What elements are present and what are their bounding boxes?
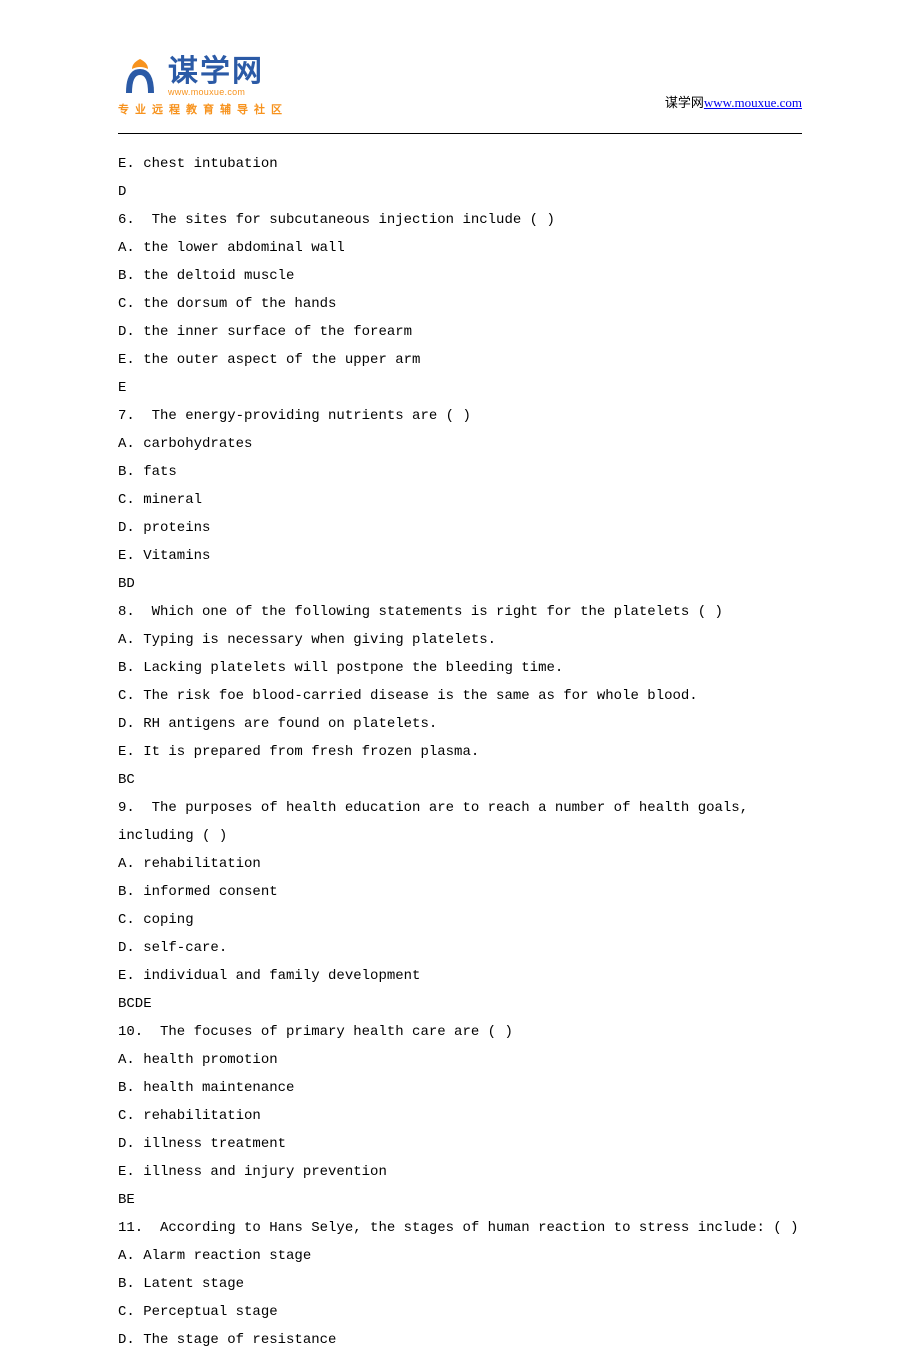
text-line: C. Perceptual stage (118, 1298, 802, 1326)
logo-title: 谋学网 (168, 57, 264, 87)
site-logo: 谋学网 www.mouxue.com 专业远程教育辅导社区 (118, 55, 288, 117)
text-line: B. Lacking platelets will postpone the b… (118, 654, 802, 682)
text-line: 7. The energy-providing nutrients are ( … (118, 402, 802, 430)
text-line: C. the dorsum of the hands (118, 290, 802, 318)
header-link-block: 谋学网www.mouxue.com (665, 92, 802, 117)
text-line: D. the inner surface of the forearm (118, 318, 802, 346)
text-line: B. informed consent (118, 878, 802, 906)
text-line: A. carbohydrates (118, 430, 802, 458)
text-line: D. RH antigens are found on platelets. (118, 710, 802, 738)
logo-main: 谋学网 www.mouxue.com (118, 55, 288, 99)
text-line: C. rehabilitation (118, 1102, 802, 1130)
text-line: 6. The sites for subcutaneous injection … (118, 206, 802, 234)
logo-url: www.mouxue.com (168, 87, 264, 97)
text-line: 10. The focuses of primary health care a… (118, 1018, 802, 1046)
text-line: E. the outer aspect of the upper arm (118, 346, 802, 374)
text-line: D. The stage of resistance (118, 1326, 802, 1354)
logo-icon (118, 55, 162, 99)
document-content: E. chest intubation D 6. The sites for s… (0, 134, 920, 1354)
text-line: B. Latent stage (118, 1270, 802, 1298)
text-line: 8. Which one of the following statements… (118, 598, 802, 626)
text-line: BE (118, 1186, 802, 1214)
text-line: C. The risk foe blood-carried disease is… (118, 682, 802, 710)
text-line: D. self-care. (118, 934, 802, 962)
text-line: A. rehabilitation (118, 850, 802, 878)
text-line: BD (118, 570, 802, 598)
text-line: BC (118, 766, 802, 794)
text-line: 9. The purposes of health education are … (118, 794, 802, 850)
text-line: E. It is prepared from fresh frozen plas… (118, 738, 802, 766)
text-line: C. mineral (118, 486, 802, 514)
text-line: E. individual and family development (118, 962, 802, 990)
text-line: A. Alarm reaction stage (118, 1242, 802, 1270)
text-line: E. chest intubation (118, 150, 802, 178)
site-link[interactable]: www.mouxue.com (704, 95, 802, 110)
text-line: D. illness treatment (118, 1130, 802, 1158)
text-line: D. proteins (118, 514, 802, 542)
text-line: A. Typing is necessary when giving plate… (118, 626, 802, 654)
text-line: C. coping (118, 906, 802, 934)
text-line: E (118, 374, 802, 402)
text-line: D (118, 178, 802, 206)
logo-tagline: 专业远程教育辅导社区 (118, 101, 288, 117)
text-line: A. health promotion (118, 1046, 802, 1074)
page-header: 谋学网 www.mouxue.com 专业远程教育辅导社区 谋学网www.mou… (0, 0, 920, 127)
text-line: E. Vitamins (118, 542, 802, 570)
logo-text-block: 谋学网 www.mouxue.com (168, 57, 264, 97)
text-line: 11. According to Hans Selye, the stages … (118, 1214, 802, 1242)
site-label: 谋学网 (665, 95, 704, 110)
text-line: B. the deltoid muscle (118, 262, 802, 290)
text-line: E. illness and injury prevention (118, 1158, 802, 1186)
text-line: A. the lower abdominal wall (118, 234, 802, 262)
text-line: BCDE (118, 990, 802, 1018)
text-line: B. fats (118, 458, 802, 486)
text-line: B. health maintenance (118, 1074, 802, 1102)
